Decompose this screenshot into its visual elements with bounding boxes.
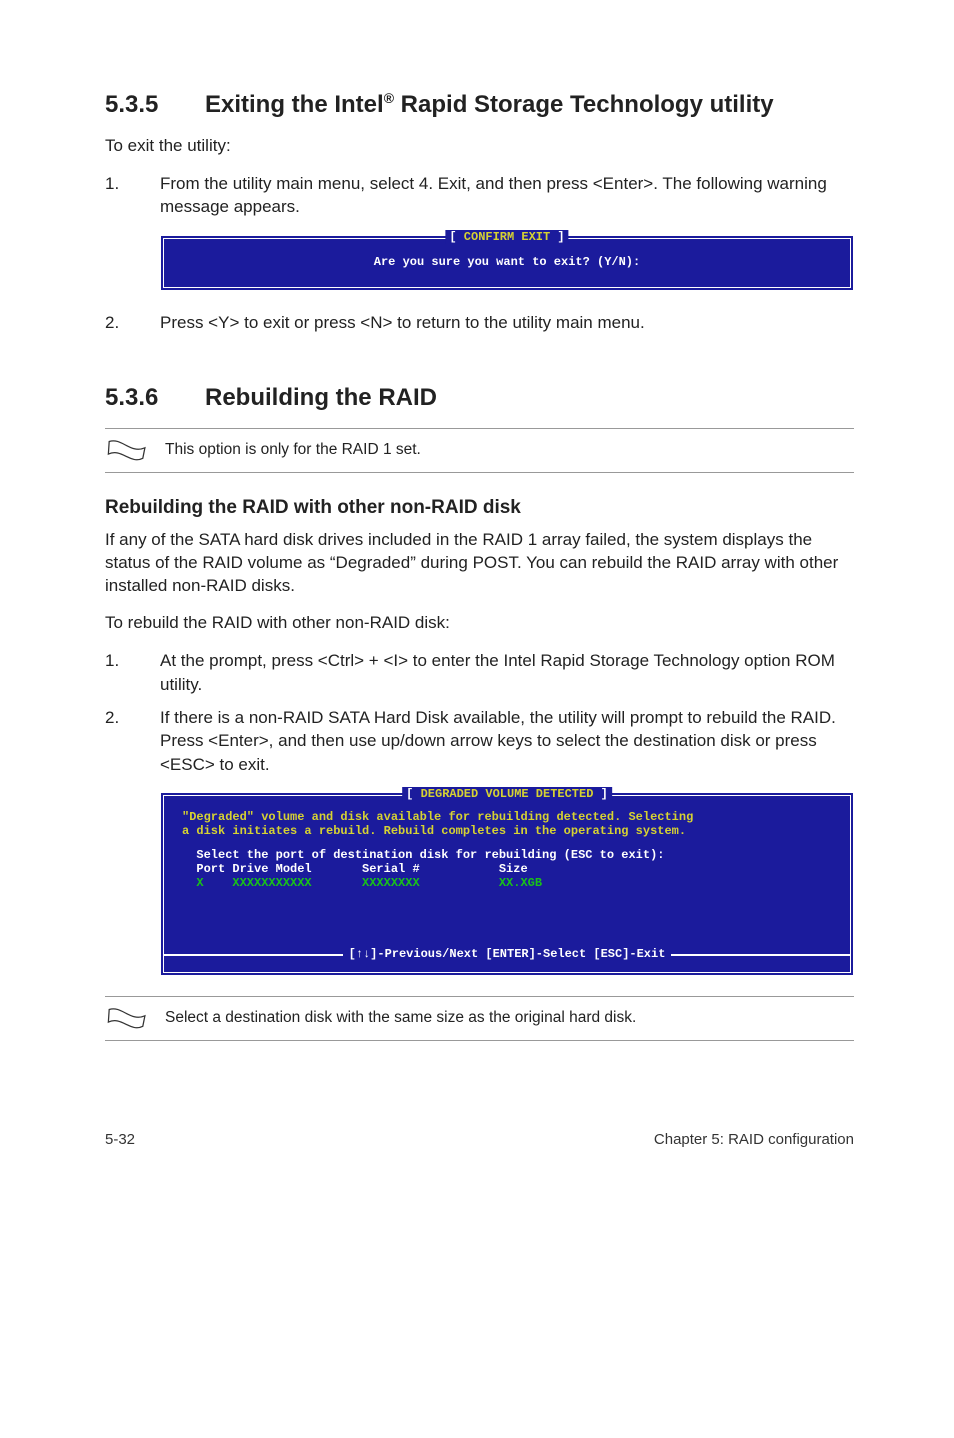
term-line-2: a disk initiates a rebuild. Rebuild comp… — [182, 824, 832, 838]
divider — [105, 472, 854, 473]
note-text: This option is only for the RAID 1 set. — [165, 437, 854, 459]
term-line-1: "Degraded" volume and disk available for… — [182, 810, 832, 824]
bracket-close: ] — [593, 787, 607, 801]
section-5-3-6-heading: 5.3.6Rebuilding the RAID — [105, 384, 854, 412]
step-text: If there is a non-RAID SATA Hard Disk av… — [160, 708, 836, 774]
subheading: Rebuilding the RAID with other non-RAID … — [105, 497, 854, 519]
terminal-title: [ CONFIRM EXIT ] — [445, 230, 568, 244]
step-text: At the prompt, press <Ctrl> + <I> to ent… — [160, 651, 835, 693]
paragraph-1: If any of the SATA hard disk drives incl… — [105, 529, 854, 598]
bracket-open: [ — [406, 787, 420, 801]
note-text: Select a destination disk with the same … — [165, 1005, 854, 1027]
title-part-2: Rapid Storage Technology utility — [394, 91, 774, 118]
step-1: 1. From the utility main menu, select 4.… — [105, 172, 854, 219]
divider — [105, 996, 854, 997]
term-headers: Port Drive Model Serial # Size — [182, 862, 832, 876]
term-line-3: Select the port of destination disk for … — [182, 848, 832, 862]
rebuild-step-1: 1. At the prompt, press <Ctrl> + <I> to … — [105, 649, 854, 696]
step-2: 2. Press <Y> to exit or press <N> to ret… — [105, 311, 854, 334]
section-number: 5.3.6 — [105, 384, 205, 412]
intro-text: To exit the utility: — [105, 135, 854, 158]
divider — [105, 428, 854, 429]
confirm-exit-terminal: [ CONFIRM EXIT ] Are you sure you want t… — [160, 235, 854, 291]
step-text: Press <Y> to exit or press <N> to return… — [160, 313, 645, 332]
degraded-volume-terminal: [ DEGRADED VOLUME DETECTED ] "Degraded" … — [160, 792, 854, 976]
terminal-title: [ DEGRADED VOLUME DETECTED ] — [402, 787, 612, 801]
page-number: 5-32 — [105, 1131, 135, 1148]
step-text: From the utility main menu, select 4. Ex… — [160, 174, 827, 216]
terminal-title-text: DEGRADED VOLUME DETECTED — [421, 787, 594, 801]
terminal-footer: [↑↓]-Previous/Next [ENTER]-Select [ESC]-… — [164, 954, 850, 972]
step-number: 1. — [105, 649, 145, 672]
terminal-title-text: CONFIRM EXIT — [464, 230, 550, 244]
paragraph-2: To rebuild the RAID with other non-RAID … — [105, 612, 854, 635]
chapter-label: Chapter 5: RAID configuration — [654, 1131, 854, 1148]
note-block-2: Select a destination disk with the same … — [105, 996, 854, 1041]
page-footer: 5-32 Chapter 5: RAID configuration — [105, 1131, 854, 1148]
confirm-exit-prompt: Are you sure you want to exit? (Y/N): — [178, 255, 836, 269]
section-title-text: Rebuilding the RAID — [205, 384, 437, 411]
terminal-footer-text: [↑↓]-Previous/Next [ENTER]-Select [ESC]-… — [343, 947, 672, 961]
bracket-open: [ — [449, 230, 463, 244]
title-part-1: Exiting the Intel — [205, 91, 384, 118]
rebuild-step-2: 2. If there is a non-RAID SATA Hard Disk… — [105, 706, 854, 776]
step-number: 2. — [105, 311, 145, 334]
bracket-close: ] — [550, 230, 564, 244]
divider — [105, 1040, 854, 1041]
step-number: 2. — [105, 706, 145, 729]
term-data-row: X XXXXXXXXXXX XXXXXXXX XX.XGB — [182, 876, 832, 890]
note-icon — [105, 437, 165, 472]
section-number: 5.3.5 — [105, 91, 205, 119]
section-5-3-5-heading: 5.3.5Exiting the Intel® Rapid Storage Te… — [105, 90, 854, 119]
note-icon — [105, 1005, 165, 1040]
step-number: 1. — [105, 172, 145, 195]
registered-mark: ® — [384, 90, 394, 106]
note-block-1: This option is only for the RAID 1 set. — [105, 428, 854, 473]
